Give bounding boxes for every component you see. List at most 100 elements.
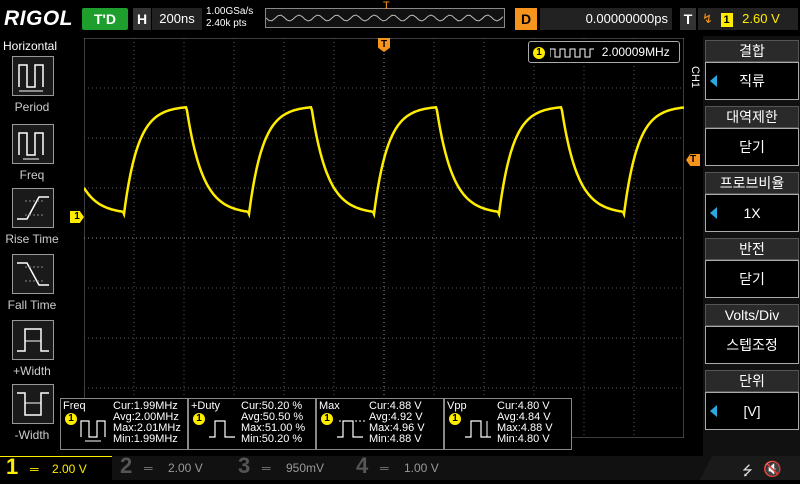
run-status-badge[interactable]: T'D <box>82 8 128 30</box>
counter-channel-badge: 1 <box>533 46 545 59</box>
left-arrow-icon <box>710 405 717 417</box>
bandwidth-limit-menu-item[interactable]: 대역제한 닫기 <box>705 106 799 168</box>
menu-title: Horizontal <box>3 39 58 53</box>
channel-status-bar: 1 ═ 2.00 V 2 ═ 2.00 V 3 ═ 950mV 4 ═ 1.00… <box>0 453 800 481</box>
counter-frequency-value: 2.00009MHz <box>601 45 670 59</box>
usb-icon: ⭍ <box>742 463 753 478</box>
volts-div-value[interactable]: 스텝조정 <box>705 326 799 364</box>
probe-ratio-value[interactable]: 1X <box>705 194 799 232</box>
measurement-name: Max <box>319 400 340 412</box>
bandwidth-limit-header: 대역제한 <box>705 106 799 128</box>
unit-menu-item[interactable]: 단위 [V] <box>705 370 799 432</box>
rise-time-measure-button[interactable]: Rise Time <box>4 188 60 250</box>
invert-header: 반전 <box>705 238 799 260</box>
ch1-offset-marker[interactable]: 1 <box>70 211 84 223</box>
peak-to-peak-icon <box>465 420 491 438</box>
frequency-icon <box>12 124 54 164</box>
left-arrow-icon <box>710 207 717 219</box>
memory-waveform-preview <box>266 14 504 22</box>
measurement-values: Cur:1.99MHz Avg:2.00MHz Max:2.01MHz Min:1.9… <box>113 400 181 445</box>
ch2-status[interactable]: 2 ═ 2.00 V <box>114 453 226 480</box>
freq-measure-button[interactable]: Freq <box>4 124 60 186</box>
ch4-number: 4 <box>356 453 369 478</box>
waveform-display[interactable] <box>84 38 684 438</box>
negative-width-measure-button[interactable]: -Width <box>4 384 60 446</box>
rise-time-label: Rise Time <box>5 232 59 246</box>
positive-width-icon <box>12 320 54 360</box>
negative-width-label: -Width <box>14 428 50 442</box>
ch3-status[interactable]: 3 ═ 950mV <box>232 453 344 480</box>
probe-ratio-header: 프로브비율 <box>705 172 799 194</box>
measurement-name: Vpp <box>447 400 467 412</box>
ch1-status[interactable]: 1 ═ 2.00 V <box>0 454 112 481</box>
left-arrow-icon <box>710 75 717 87</box>
horizontal-badge: H <box>133 8 151 30</box>
trigger-delay-value[interactable]: 0.00000000ps <box>540 8 672 30</box>
ch1-number: 1 <box>6 454 19 479</box>
invert-menu-item[interactable]: 반전 닫기 <box>705 238 799 300</box>
ch2-scale: 2.00 V <box>168 461 203 475</box>
trigger-edge-icon: ↯ <box>702 11 713 26</box>
freq-measurement[interactable]: Freq 1 Cur:1.99MHz Avg:2.00MHz Max:2.01MHz… <box>60 398 188 450</box>
ch1-scale: 2.00 V <box>52 462 87 476</box>
timebase-value[interactable]: 200ns <box>152 8 202 30</box>
volts-div-header: Volts/Div <box>705 304 799 326</box>
positive-duty-icon <box>209 420 235 438</box>
trigger-position-marker[interactable]: T <box>383 0 390 12</box>
volts-div-menu-item[interactable]: Volts/Div 스텝조정 <box>705 304 799 366</box>
ch1-marker-label: 1 <box>74 211 80 222</box>
invert-value[interactable]: 닫기 <box>705 260 799 298</box>
ch2-number: 2 <box>120 453 133 478</box>
channel-menu-label: CH1 <box>689 66 701 89</box>
measurement-name: Freq <box>63 400 86 412</box>
frequency-counter-readout: 1 2.00009MHz <box>528 41 680 63</box>
dc-coupling-icon: ═ <box>144 461 153 475</box>
unit-value[interactable]: [V] <box>705 392 799 430</box>
rigol-logo: RIGOL <box>4 7 73 31</box>
vpp-measurement[interactable]: Vpp 1 Cur:4.80 V Avg:4.84 V Max:4.88 V Min:… <box>444 398 572 450</box>
period-icon <box>12 56 54 96</box>
trigger-badge: T <box>680 8 696 30</box>
horizontal-measure-menu: Horizontal Period Freq Rise Time Fall Ti… <box>0 36 62 456</box>
freq-label: Freq <box>19 168 45 182</box>
ch3-number: 3 <box>238 453 251 478</box>
dc-coupling-icon: ═ <box>30 462 39 476</box>
trigger-level: 2.60 V <box>742 11 780 26</box>
ch3-scale: 950mV <box>286 461 325 475</box>
channel-badge: 1 <box>321 413 333 425</box>
trigger-info[interactable]: ↯ 1 2.60 V <box>698 8 798 30</box>
dc-coupling-icon: ═ <box>262 461 271 475</box>
trigger-source-badge: 1 <box>720 13 733 27</box>
sample-rate: 1.00GSa/s <box>206 6 254 17</box>
trigger-level-marker[interactable]: T <box>686 154 700 166</box>
rise-time-icon <box>12 188 54 228</box>
top-status-bar: RIGOL T'D H 200ns 1.00GSa/s 2.40k pts T … <box>0 0 800 36</box>
coupling-header: 결합 <box>705 40 799 62</box>
period-label: Period <box>14 100 50 114</box>
ch4-status[interactable]: 4 ═ 1.00 V <box>350 453 462 480</box>
memory-overview-bar[interactable]: T <box>265 0 505 28</box>
fall-time-icon <box>12 254 54 294</box>
acquisition-info: 1.00GSa/s 2.40k pts <box>206 6 262 32</box>
period-measure-button[interactable]: Period <box>4 56 60 118</box>
square-wave-icon <box>549 48 595 58</box>
unit-header: 단위 <box>705 370 799 392</box>
channel-badge: 1 <box>449 413 461 425</box>
duty-measurement[interactable]: +Duty 1 Cur:50.20 % Avg:50.50 % Max:51.00 … <box>188 398 316 450</box>
measurement-values: Cur:4.88 V Avg:4.92 V Max:4.96 V Min:4.88 V <box>369 400 425 445</box>
logo-text: RIGOL <box>4 7 73 30</box>
fall-time-measure-button[interactable]: Fall Time <box>4 254 60 316</box>
coupling-menu-item[interactable]: 결합 직류 <box>705 40 799 102</box>
bandwidth-limit-value[interactable]: 닫기 <box>705 128 799 166</box>
positive-width-measure-button[interactable]: +Width <box>4 320 60 382</box>
speaker-mute-icon[interactable]: 🔇 <box>763 460 782 478</box>
maximum-icon <box>337 420 365 438</box>
channel-badge: 1 <box>193 413 205 425</box>
memory-depth: 2.40k pts <box>206 18 247 29</box>
coupling-value[interactable]: 직류 <box>705 62 799 100</box>
probe-ratio-menu-item[interactable]: 프로브비율 1X <box>705 172 799 234</box>
measurement-name: +Duty <box>191 400 221 412</box>
measurement-panel: Freq 1 Cur:1.99MHz Avg:2.00MHz Max:2.01MHz… <box>60 398 572 450</box>
trigger-level-marker-label: T <box>689 154 697 165</box>
max-measurement[interactable]: Max 1 Cur:4.88 V Avg:4.92 V Max:4.96 V Min:… <box>316 398 444 450</box>
